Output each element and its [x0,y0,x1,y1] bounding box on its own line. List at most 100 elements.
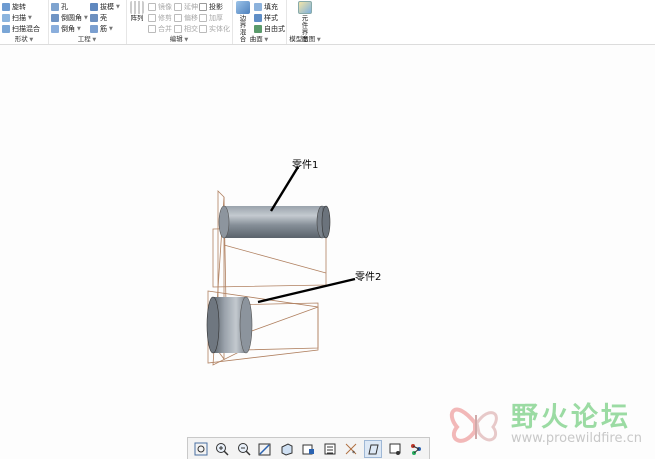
chevron-down-icon: ▼ [27,37,34,43]
chamfer-button[interactable]: 倒角 ▼ [51,23,81,34]
rib-button[interactable]: 筋 ▼ [90,23,113,34]
zoom-out-icon [237,442,251,456]
offset-icon [174,13,182,22]
datum-display-icon: * [346,443,357,456]
chevron-down-icon: ▼ [90,37,97,43]
engineering-group: 孔 倒圆角 ▼ 倒角 ▼ 拔模 ▼ 壳 筋 ▼ 工程 ▼ [48,0,127,44]
zoom-out-button[interactable] [235,440,253,458]
engineering-group-label[interactable]: 工程 ▼ [48,35,126,43]
part1-leader-line [269,166,300,212]
chevron-down-icon: ▼ [315,37,321,43]
section-button[interactable] [407,440,425,458]
chevron-down-icon: ▼ [109,25,113,32]
surface-group-label[interactable]: 曲面 ▼ [232,35,286,43]
hole-button[interactable]: 孔 [51,1,68,12]
intersect-icon [174,24,182,33]
sweep-icon [2,13,10,22]
extend-icon [174,2,182,11]
section-icon [411,443,422,455]
style-icon [254,13,262,22]
model-intent-group: 元件界面 模型意图 ▼ [286,0,324,44]
display-style-button[interactable] [299,440,317,458]
watermark-url: www.proewildfire.cn [511,431,642,446]
project-icon [199,2,207,11]
trim-icon [148,13,156,22]
shape-group: 旋转 扫描 ▼ 扫描混合 形状 ▼ [0,0,49,44]
merge-icon [148,24,156,33]
forum-watermark: 野火论坛 www.proewildfire.cn [445,393,655,453]
zoom-in-icon [216,442,229,456]
round-button[interactable]: 倒圆角 ▼ [51,12,88,23]
part2-callout[interactable]: 零件2 [355,268,381,283]
revolve-button[interactable]: 旋转 [2,1,26,12]
watermark-title: 野火论坛 [511,402,631,433]
sweep-button[interactable]: 扫描 ▼ [2,12,32,23]
repaint-button[interactable] [256,440,274,458]
chevron-down-icon: ▼ [77,25,81,32]
saved-orientations-icon [281,442,293,456]
named-views-icon [324,443,336,454]
component-interface-icon [298,1,312,14]
editing-group-label[interactable]: 编辑 ▼ [126,35,232,43]
part1-callout[interactable]: 零件1 [292,156,318,171]
chevron-down-icon: ▼ [84,14,88,21]
solidify-icon [199,24,207,33]
mirror-icon [148,2,156,11]
repaint-icon [258,443,271,455]
trim-button[interactable]: 修剪 [148,12,172,23]
style-button[interactable]: 样式 [254,12,278,23]
fill-icon [254,2,262,11]
rib-icon [90,24,98,33]
draft-icon [90,2,98,11]
model-intent-group-label[interactable]: 模型意图 ▼ [286,35,324,43]
display-style-icon [302,444,315,454]
hole-icon [51,2,59,11]
pattern-icon [130,1,144,14]
part1-cylinder[interactable] [218,205,331,239]
intersect-button[interactable]: 相交 [174,23,198,34]
shell-icon [90,13,98,22]
solidify-button[interactable]: 实体化 [199,23,230,34]
spin-center-icon [368,444,379,454]
spin-center-button[interactable] [364,439,383,458]
sketch-view-button[interactable] [386,440,404,458]
named-views-button[interactable] [321,440,339,458]
chevron-down-icon: ▼ [182,37,189,43]
swept-blend-button[interactable]: 扫描混合 [2,23,40,34]
datum-display-button[interactable]: * [342,440,360,458]
sketch-view-icon [389,443,401,455]
merge-button[interactable]: 合并 [148,23,172,34]
fill-button[interactable]: 填充 [254,1,278,12]
offset-button[interactable]: 偏移 [174,12,198,23]
chevron-down-icon: ▼ [28,14,32,21]
pattern-button[interactable]: 阵列 [128,1,146,22]
shape-group-label[interactable]: 形状 ▼ [0,35,48,43]
butterfly-logo-icon [449,407,498,443]
thicken-button[interactable]: 加厚 [199,12,223,23]
view-toolbar: * [187,437,430,459]
mirror-button[interactable]: 镜像 [148,1,172,12]
freestyle-icon [254,24,262,33]
round-icon [51,13,59,22]
chamfer-icon [51,24,59,33]
zoom-fit-icon [194,442,208,455]
chevron-down-icon: ▼ [116,3,120,10]
thicken-icon [199,13,207,22]
editing-group: 阵列 镜像 修剪 合并 延伸 偏移 相交 投影 加厚 实体化 编辑 ▼ [126,0,233,44]
freestyle-button[interactable]: 自由式 [254,23,285,34]
draft-button[interactable]: 拔模 ▼ [90,1,120,12]
extend-button[interactable]: 延伸 [174,1,198,12]
surface-group: 边界混合 填充 样式 自由式 曲面 ▼ [232,0,287,44]
ribbon: 旋转 扫描 ▼ 扫描混合 形状 ▼ 孔 倒圆角 ▼ 倒角 ▼ 拔模 ▼ 壳 筋 … [0,0,655,45]
project-button[interactable]: 投影 [199,1,223,12]
part2-cylinder[interactable] [206,296,253,354]
part2-leader-line [257,277,356,304]
zoom-fit-button[interactable] [192,440,210,458]
chevron-down-icon: ▼ [262,37,269,43]
saved-orientations-button[interactable] [278,440,296,458]
swept-blend-icon [2,24,10,33]
zoom-in-button[interactable] [213,440,231,458]
svg-text:*: * [352,450,355,456]
shell-button[interactable]: 壳 [90,12,107,23]
revolve-icon [2,2,10,11]
